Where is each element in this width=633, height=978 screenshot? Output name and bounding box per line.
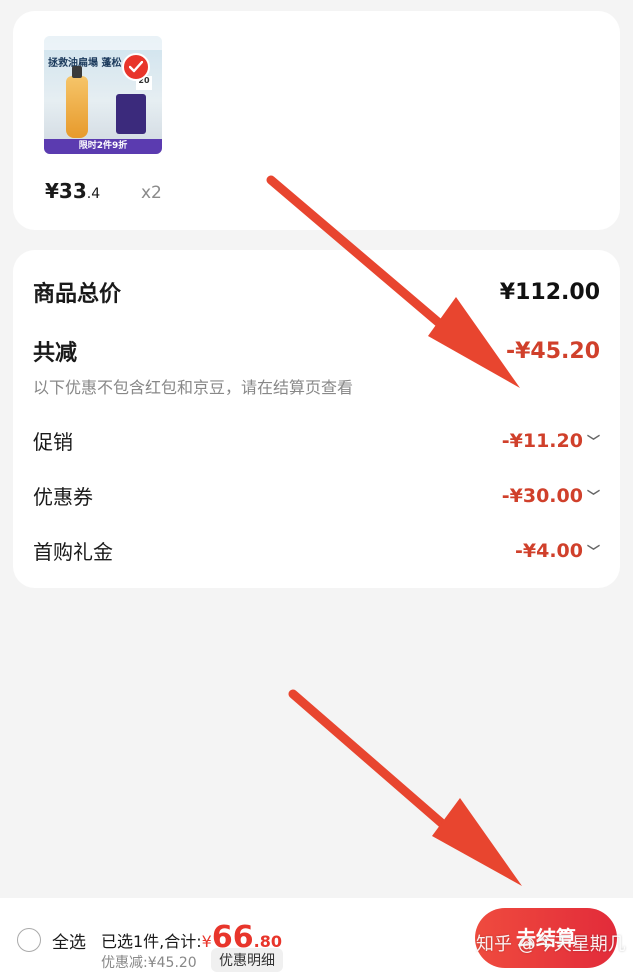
selected-count-text: 已选1件,合计: xyxy=(101,932,202,951)
discount-value: -¥11.20 xyxy=(501,429,583,452)
discount-row-coupon[interactable]: 优惠券 -¥30.00 ﹀ xyxy=(33,481,600,510)
product-price-decimal: .4 xyxy=(86,186,101,202)
discount-label: 促销 xyxy=(33,430,73,454)
product-quantity[interactable]: x2 xyxy=(141,183,162,203)
product-image-headline: 拯救油扁塌 蓬松 xyxy=(48,58,122,69)
discount-value: -¥4.00 xyxy=(515,539,583,562)
checkmark-icon[interactable] xyxy=(122,53,150,81)
discount-row-first-purchase[interactable]: 首购礼金 -¥4.00 ﹀ xyxy=(33,536,600,565)
chevron-down-icon[interactable]: ﹀ xyxy=(587,431,600,450)
product-price-main: ¥33 xyxy=(45,179,87,203)
price-summary-card: 商品总价 ¥112.00 共减 -¥45.20 以下优惠不包含红包和京豆，请在结… xyxy=(13,250,620,588)
chevron-down-icon[interactable]: ﹀ xyxy=(587,486,600,505)
product-price: ¥33.4 xyxy=(45,179,100,203)
product-promo-banner: 限时2件9折 xyxy=(44,139,162,154)
arrow-to-checkout xyxy=(288,689,522,886)
product-card: 拯救油扁塌 蓬松 20 限时2件9折 ¥33.4 x2 xyxy=(13,11,620,230)
total-reduction-row: 共减 -¥45.20 xyxy=(33,335,600,367)
discount-summary: 优惠减:¥45.20 xyxy=(101,955,197,971)
chevron-down-icon[interactable]: ﹀ xyxy=(587,541,600,560)
total-reduction-label: 共减 xyxy=(33,341,78,366)
total-price-row: 商品总价 ¥112.00 xyxy=(33,276,600,308)
discount-row-promotion[interactable]: 促销 -¥11.20 ﹀ xyxy=(33,426,600,455)
discount-value: -¥30.00 xyxy=(501,484,583,507)
watermark: 知乎 @今天星期几 xyxy=(476,934,626,955)
discount-label: 优惠券 xyxy=(33,485,93,509)
discount-label: 首购礼金 xyxy=(33,540,113,564)
total-price-value: ¥112.00 xyxy=(499,279,600,305)
total-currency: ¥ xyxy=(201,932,212,951)
select-all-label[interactable]: 全选 xyxy=(52,928,86,953)
total-price-label: 商品总价 xyxy=(33,282,122,307)
select-all-radio[interactable] xyxy=(17,928,41,952)
discount-detail-button[interactable]: 优惠明细 xyxy=(211,948,283,972)
product-image[interactable]: 拯救油扁塌 蓬松 20 限时2件9折 xyxy=(44,36,162,154)
total-reduction-value: -¥45.20 xyxy=(505,338,600,364)
discount-note: 以下优惠不包含红包和京豆，请在结算页查看 xyxy=(33,378,354,397)
